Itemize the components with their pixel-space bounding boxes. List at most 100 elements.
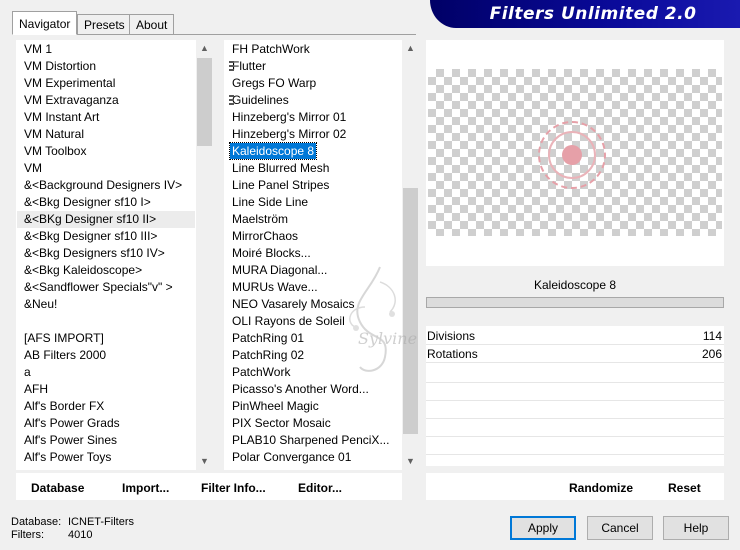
filter-item-label: Line Side Line [232,195,309,209]
selected-filter-title: Kaleidoscope 8 [426,274,724,296]
filter-item[interactable]: MirrorChaos [225,228,401,245]
scroll-down-icon[interactable]: ▼ [402,453,419,470]
filter-item[interactable]: Picasso's Another Word... [225,381,401,398]
category-item[interactable]: &<Sandflower Specials"v" > [17,279,195,296]
import-button[interactable]: Import... [122,480,169,496]
filter-item-label: OLI Rayons de Soleil [232,314,345,328]
filter-item[interactable]: Kaleidoscope 8 [225,142,401,160]
category-item[interactable]: VM 1 [17,41,195,58]
param-divider [426,400,724,401]
filter-item[interactable]: Gregs FO Warp [225,75,401,92]
filter-item-label: PatchRing 01 [232,331,305,345]
category-item[interactable]: VM Instant Art [17,109,195,126]
tab-navigator[interactable]: Navigator [12,11,78,35]
filter-item[interactable]: Hinzeberg's Mirror 02 [225,126,401,143]
filter-item[interactable]: Line Panel Stripes [225,177,401,194]
param-value[interactable]: 206 [702,345,722,363]
filter-item[interactable]: FH PatchWork [225,41,401,58]
filter-item-label: PinWheel Magic [232,399,319,413]
filter-item[interactable]: Maelström [225,211,401,228]
filter-item-label: Hinzeberg's Mirror 02 [232,127,347,141]
filter-item[interactable]: Guidelines [225,92,401,109]
category-item[interactable]: Alf's Power Grads [17,415,195,432]
filter-item[interactable]: Moiré Blocks... [225,245,401,262]
filter-item[interactable]: PLAB10 Sharpened PenciX... [225,432,401,449]
filter-item-label: Line Panel Stripes [232,178,330,192]
filters-count-value: 4010 [68,529,93,541]
filter-info-button[interactable]: Filter Info... [201,480,266,496]
category-item[interactable]: &<BKg Designer sf10 II> [17,211,195,228]
database-button[interactable]: Database [31,480,84,496]
category-item[interactable]: VM Distortion [17,58,195,75]
filter-item-label: Hinzeberg's Mirror 01 [232,110,347,124]
category-item[interactable]: &<Background Designers IV> [17,177,195,194]
editor-button[interactable]: Editor... [298,480,342,496]
category-item[interactable]: AFH [17,381,195,398]
apply-button[interactable]: Apply [510,516,576,540]
param-row-rotations[interactable]: Rotations 206 [426,345,724,363]
database-status-value: ICNET-Filters [68,516,134,528]
filter-item-label: Flutter [232,59,267,73]
param-divider [426,382,724,383]
category-item[interactable]: a [17,364,195,381]
category-item[interactable]: &<Bkg Designer sf10 I> [17,194,195,211]
category-scroll-thumb[interactable] [197,58,212,146]
filter-item[interactable]: Line Side Line [225,194,401,211]
filter-item[interactable]: Hinzeberg's Mirror 01 [225,109,401,126]
filter-item-label: PLAB10 Sharpened PenciX... [232,433,390,447]
category-item[interactable]: &<Bkg Designers sf10 IV> [17,245,195,262]
param-divider [426,454,724,455]
scroll-down-icon[interactable]: ▼ [196,453,213,470]
help-button[interactable]: Help [663,516,729,540]
category-item[interactable]: [AFS IMPORT] [17,330,195,347]
category-item[interactable]: &<Bkg Designer sf10 III> [17,228,195,245]
category-item[interactable]: Alf's Border FX [17,398,195,415]
category-item[interactable]: &Neu! [17,296,195,313]
category-item[interactable]: VM [17,160,195,177]
category-item[interactable]: &<Bkg Kaleidoscope> [17,262,195,279]
category-item[interactable]: VM Experimental [17,75,195,92]
filter-item-label: PatchWork [232,365,291,379]
filter-list[interactable]: FH PatchWork Flutter Gregs FO Warp Guidelin… [224,40,402,470]
randomize-button[interactable]: Randomize [569,480,633,496]
param-row-divisions[interactable]: Divisions 114 [426,327,724,345]
filters-count-label: Filters: [11,529,44,541]
preview-panel [426,40,724,266]
category-item[interactable]: Alf's Power Toys [17,449,195,466]
filter-item-label: Guidelines [232,93,289,107]
param-divider [426,436,724,437]
filter-item-label: Polar Convergance 01 [232,450,352,464]
scroll-up-icon[interactable]: ▲ [196,40,213,57]
cancel-button[interactable]: Cancel [587,516,653,540]
filter-item[interactable]: Polar Convergance 01 [225,449,401,466]
filter-item[interactable]: Line Blurred Mesh [225,160,401,177]
tab-presets[interactable]: Presets [77,14,132,34]
filter-item-label: Picasso's Another Word... [232,382,369,396]
category-scrollbar[interactable]: ▲ ▼ [196,40,213,470]
reset-button[interactable]: Reset [668,480,701,496]
filter-item-label: MURA Diagonal... [232,263,328,277]
category-item[interactable]: Alf's Power Sines [17,432,195,449]
filter-item[interactable]: PinWheel Magic [225,398,401,415]
subfolder-marker-icon [229,61,234,72]
filter-item-label: FH PatchWork [232,42,310,56]
category-item[interactable] [17,313,195,330]
param-label: Divisions [427,329,476,343]
filter-item-label: PIX Sector Mosaic [232,416,331,430]
watermark-text: Sylvine [358,329,417,348]
filter-scrollbar[interactable]: ▲ ▼ [402,40,419,470]
filter-item-label: Kaleidoscope 8 [228,142,318,160]
param-value[interactable]: 114 [703,327,722,345]
filter-progress-bar [426,297,724,308]
category-item[interactable]: VM Extravaganza [17,92,195,109]
category-item[interactable]: VM Toolbox [17,143,195,160]
parameter-panel: Divisions 114 Rotations 206 [426,326,724,466]
scroll-up-icon[interactable]: ▲ [402,40,419,57]
category-list[interactable]: VM 1 VM Distortion VM Experimental VM Extra… [16,40,196,470]
category-item[interactable]: VM Natural [17,126,195,143]
tab-about[interactable]: About [129,14,175,34]
filter-item[interactable]: PIX Sector Mosaic [225,415,401,432]
filter-item-label: Maelström [232,212,289,226]
filter-item[interactable]: Flutter [225,58,401,75]
category-item[interactable]: AB Filters 2000 [17,347,195,364]
